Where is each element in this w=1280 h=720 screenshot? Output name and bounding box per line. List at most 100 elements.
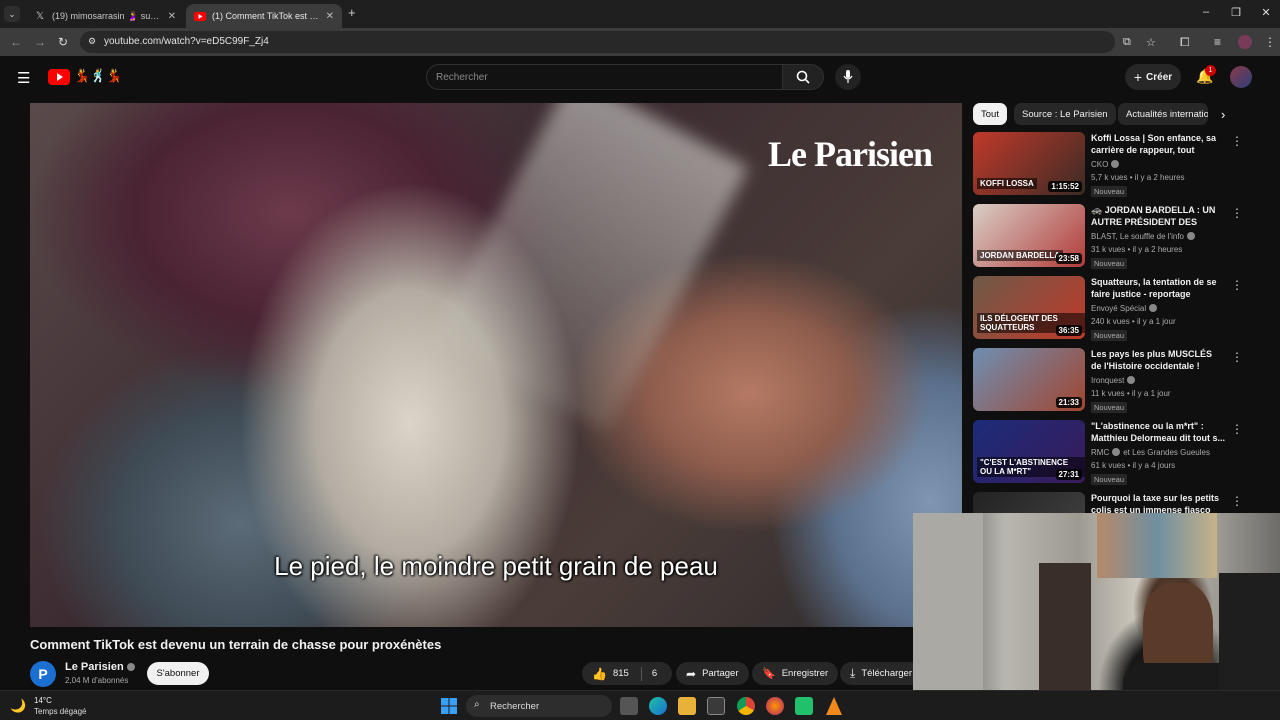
channel-name-text: RMC: [1091, 448, 1110, 457]
browser-menu-icon[interactable]: ⋮: [1264, 35, 1276, 49]
install-app-icon[interactable]: ⧉: [1123, 36, 1131, 49]
channel-name[interactable]: Le Parisien: [65, 661, 135, 673]
tab-close-icon[interactable]: ✕: [326, 11, 334, 22]
youtube-logo-icon[interactable]: [48, 69, 70, 90]
task-view-icon[interactable]: [620, 697, 638, 715]
minimize-icon[interactable]: –: [1196, 6, 1216, 18]
more-options-icon[interactable]: ⋮: [1231, 494, 1243, 508]
share-button[interactable]: ➦ Partager: [676, 662, 749, 685]
chevron-right-icon[interactable]: ›: [1221, 107, 1225, 122]
weather-temperature[interactable]: 14°C: [34, 696, 52, 705]
extensions-icon[interactable]: ⧠: [1180, 35, 1190, 50]
url-text[interactable]: youtube.com/watch?v=eD5C99F_Zj4: [104, 36, 269, 47]
bookmark-star-icon[interactable]: ☆: [1146, 36, 1156, 49]
recommendation-item[interactable]: 21:33 Les pays les plus MUSCLÉS de l'Hist…: [973, 348, 1253, 414]
hamburger-menu-icon[interactable]: ☰: [17, 69, 30, 87]
vlc-icon[interactable]: [826, 697, 842, 715]
recommendation-item[interactable]: JORDAN BARDELLA 23:58 🚓 JORDAN BARDELLA : …: [973, 204, 1253, 270]
restore-icon[interactable]: ❐: [1226, 6, 1246, 19]
webcam-posters: [1097, 513, 1217, 578]
search-button[interactable]: [782, 64, 824, 90]
chip-source-le-parisien[interactable]: Source : Le Parisien: [1014, 103, 1116, 125]
reload-icon[interactable]: ↻: [58, 35, 68, 49]
recommendation-channel[interactable]: CKO: [1091, 160, 1120, 169]
recommendation-item[interactable]: KOFFI LOSSA 1:15:52 Koffi Lossa | Son enfa…: [973, 132, 1253, 198]
video-player[interactable]: Le Parisien Le pied, le moindre petit gr…: [30, 103, 962, 627]
tab-close-icon[interactable]: ✕: [168, 11, 176, 22]
video-duration: 1:15:52: [1048, 181, 1082, 192]
more-options-icon[interactable]: ⋮: [1231, 134, 1243, 148]
account-avatar[interactable]: [1230, 66, 1252, 88]
video-thumbnail[interactable]: JORDAN BARDELLA 23:58: [973, 204, 1085, 267]
subscribe-button[interactable]: S'abonner: [147, 662, 209, 685]
recommendation-title[interactable]: Koffi Lossa | Son enfance, sa carrière d…: [1091, 132, 1225, 156]
weather-moon-icon[interactable]: 🌙: [10, 698, 26, 714]
firefox-icon[interactable]: [766, 697, 784, 715]
doodle-dancers-icon[interactable]: 💃🕺💃: [74, 68, 123, 84]
download-label: Télécharger: [861, 668, 913, 679]
omnibox[interactable]: ⚙ youtube.com/watch?v=eD5C99F_Zj4 ⧉ ☆: [80, 31, 1156, 53]
obs-app-icon[interactable]: [795, 697, 813, 715]
recommendation-title[interactable]: "L'abstinence ou la m*rt" : Matthieu Del…: [1091, 420, 1225, 444]
video-duration: 21:33: [1055, 397, 1082, 408]
video-thumbnail[interactable]: ILS DÉLOGENT DES SQUATTEURS 36:35: [973, 276, 1085, 339]
recommendation-title[interactable]: Squatteurs, la tentation de se faire jus…: [1091, 276, 1225, 300]
more-options-icon[interactable]: ⋮: [1231, 206, 1243, 220]
new-badge: Nouveau: [1091, 258, 1128, 269]
tab-youtube-video[interactable]: (1) Comment TikTok est devenu ✕: [186, 4, 342, 28]
recommendation-item[interactable]: ILS DÉLOGENT DES SQUATTEURS 36:35 Squatteu…: [973, 276, 1253, 342]
recommendation-channel[interactable]: RMC et Les Grandes Gueules: [1091, 448, 1210, 457]
chrome-icon[interactable]: [737, 697, 755, 715]
share-label: Partager: [702, 668, 739, 679]
download-icon: ⤓: [850, 666, 856, 680]
create-button[interactable]: + Créer: [1125, 64, 1181, 90]
share-icon: ➦: [686, 666, 697, 681]
recommendation-item[interactable]: "C'EST L'ABSTINENCE OU LA M*RT" 27:31 "L'a…: [973, 420, 1253, 486]
chip-international-news[interactable]: Actualités internationales: [1118, 103, 1208, 125]
video-thumbnail[interactable]: "C'EST L'ABSTINENCE OU LA M*RT" 27:31: [973, 420, 1085, 483]
recommendation-channel[interactable]: Ironquest: [1091, 376, 1136, 385]
search-input[interactable]: Rechercher: [426, 64, 782, 90]
windows-start-icon[interactable]: [441, 698, 457, 719]
more-options-icon[interactable]: ⋮: [1231, 278, 1243, 292]
profile-avatar[interactable]: [1238, 35, 1252, 49]
close-window-icon[interactable]: ✕: [1256, 6, 1276, 19]
verified-icon: [1127, 376, 1136, 384]
dislike-count[interactable]: 6: [652, 668, 657, 679]
new-badge: Nouveau: [1091, 186, 1128, 197]
recommendation-channel[interactable]: BLAST, Le souffle de l'info: [1091, 232, 1195, 241]
site-info-icon[interactable]: ⚙: [88, 36, 96, 47]
edge-browser-icon[interactable]: [649, 697, 667, 715]
thumbs-up-icon[interactable]: 👍: [592, 667, 607, 681]
like-count[interactable]: 815: [613, 668, 629, 679]
microsoft-store-icon[interactable]: [707, 697, 725, 715]
save-button[interactable]: 🔖 Enregistrer: [752, 662, 839, 685]
plus-icon: +: [1133, 69, 1143, 85]
back-icon[interactable]: ←: [10, 35, 22, 49]
more-options-icon[interactable]: ⋮: [1231, 350, 1243, 364]
chip-all[interactable]: Tout: [973, 103, 1007, 125]
recommendation-title[interactable]: Les pays les plus MUSCLÉS de l'Histoire …: [1091, 348, 1225, 372]
voice-search-button[interactable]: [835, 64, 861, 90]
thumbnail-caption: JORDAN BARDELLA: [977, 250, 1063, 261]
recommendation-channel[interactable]: Envoyé Spécial: [1091, 304, 1158, 313]
video-thumbnail[interactable]: 21:33: [973, 348, 1085, 411]
verified-icon: [1187, 232, 1195, 240]
channel-name-text: CKO: [1091, 160, 1109, 169]
channel-extra-text: et Les Grandes Gueules: [1123, 448, 1210, 457]
download-button[interactable]: ⤓ Télécharger: [840, 662, 923, 685]
recommendation-title[interactable]: 🚓 JORDAN BARDELLA : UN AUTRE PRÉSIDENT D…: [1091, 204, 1225, 228]
video-thumbnail[interactable]: KOFFI LOSSA 1:15:52: [973, 132, 1085, 195]
weather-description[interactable]: Temps dégagé: [34, 707, 86, 716]
forward-icon[interactable]: →: [34, 35, 46, 49]
new-badge: Nouveau: [1091, 330, 1128, 341]
media-controls-icon[interactable]: ≡: [1214, 35, 1221, 49]
tab-x-post[interactable]: 𝕏 (19) mimosarrasin 🤰 sur X : "C ✕: [26, 4, 184, 28]
tab-search-button[interactable]: ⌄: [4, 6, 20, 22]
channel-avatar[interactable]: P: [30, 661, 56, 687]
taskbar-search[interactable]: ⌕ Rechercher: [466, 695, 612, 717]
file-explorer-icon[interactable]: [678, 697, 696, 715]
new-tab-button[interactable]: +: [348, 5, 356, 20]
more-options-icon[interactable]: ⋮: [1231, 422, 1243, 436]
new-badge: Nouveau: [1091, 402, 1128, 413]
